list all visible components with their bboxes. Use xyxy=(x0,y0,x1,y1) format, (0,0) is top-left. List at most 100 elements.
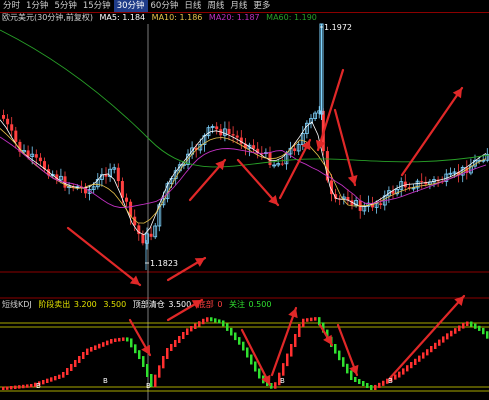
kdj-bar xyxy=(50,377,53,382)
kdj-bar xyxy=(58,374,61,379)
kdj-bars xyxy=(2,317,489,390)
kdj-bar xyxy=(182,332,185,339)
kdj-bar xyxy=(110,339,113,344)
kdj-bar xyxy=(98,343,101,349)
kdj-bar xyxy=(430,346,433,353)
candle-body-down xyxy=(293,148,297,151)
kdj-bar xyxy=(10,386,13,390)
kdj-bar xyxy=(378,382,381,388)
candle-body-down xyxy=(6,118,10,125)
kdj-bar xyxy=(238,337,241,345)
candle-body-down xyxy=(420,181,424,183)
kdj-bar xyxy=(22,384,25,389)
candle-body-down xyxy=(149,233,153,237)
moving-average-lines xyxy=(0,29,489,236)
kdj-bar xyxy=(414,358,417,365)
kdj-bar xyxy=(342,357,345,367)
kdj-bar xyxy=(314,317,317,321)
candle-body-down xyxy=(10,124,14,131)
candle-body-down xyxy=(120,181,124,198)
kdj-bar xyxy=(66,368,69,375)
kdj-bar xyxy=(74,360,77,367)
kdj-bar xyxy=(214,318,217,323)
candle-body-down xyxy=(116,167,120,182)
kdj-bar xyxy=(422,352,425,359)
kdj-bar xyxy=(466,321,469,326)
kdj-bar xyxy=(70,364,73,371)
kdj-bar xyxy=(154,374,157,387)
kdj-bar xyxy=(450,330,453,337)
kdj-bar xyxy=(46,378,49,383)
kdj-bar xyxy=(458,325,461,332)
kdj-bar xyxy=(94,345,97,350)
kdj-bar xyxy=(246,347,249,358)
kdj-bar xyxy=(254,361,257,372)
kdj-bar xyxy=(242,341,245,351)
kdj-bar xyxy=(210,317,213,322)
kdj-bar xyxy=(294,334,297,347)
kdj-bar xyxy=(282,363,285,376)
kdj-bar xyxy=(426,349,429,356)
kdj-bar xyxy=(482,327,485,335)
kdj-bar xyxy=(370,385,373,390)
kdj-bar xyxy=(434,342,437,349)
candle-body-down xyxy=(215,126,219,130)
kdj-bar xyxy=(462,322,465,329)
candle-body-down xyxy=(125,197,128,202)
kdj-bar xyxy=(250,354,253,365)
kdj-bar xyxy=(418,355,421,362)
kdj-bar xyxy=(138,350,141,360)
kdj-bar xyxy=(202,318,205,325)
kdj-bar xyxy=(86,348,89,355)
kdj-bar xyxy=(54,376,57,381)
kdj-bar xyxy=(162,356,165,369)
kdj-bar xyxy=(478,325,481,331)
kdj-bar xyxy=(222,320,225,327)
candle-body-down xyxy=(235,135,239,138)
kdj-bar xyxy=(122,337,125,341)
kdj-bar xyxy=(102,342,105,347)
kdj-bar xyxy=(158,365,161,378)
kdj-bar xyxy=(226,323,229,331)
buy-marker-4: B xyxy=(280,377,285,385)
kdj-bar xyxy=(198,321,201,327)
kdj-bar xyxy=(234,332,237,341)
kdj-bar xyxy=(18,385,21,389)
kdj-bar xyxy=(14,385,17,389)
kdj-bar xyxy=(78,356,81,363)
kdj-bar xyxy=(302,318,305,327)
kdj-bar xyxy=(290,344,293,357)
kdj-bar xyxy=(338,350,341,361)
kdj-bar xyxy=(126,337,129,342)
buy-marker-5: B xyxy=(388,377,393,385)
candle-body-down xyxy=(14,130,18,142)
candle-body-down xyxy=(104,174,108,177)
kdj-bar xyxy=(106,340,109,346)
kdj-bar xyxy=(402,368,405,375)
kdj-bar xyxy=(174,340,177,347)
kdj-bar xyxy=(62,372,65,378)
kdj-bar xyxy=(134,344,137,354)
kdj-bar xyxy=(438,339,441,346)
buy-marker-1: B xyxy=(36,382,41,390)
candle-body-down xyxy=(252,145,256,149)
candle-body-down xyxy=(34,154,38,158)
kdj-bar xyxy=(366,383,369,388)
price-low-label: 1.1823 xyxy=(150,259,178,268)
kdj-bar xyxy=(130,338,133,348)
chart-canvas[interactable]: 1.1972 1.1823 B B B B B xyxy=(0,0,489,400)
kdj-bar xyxy=(42,380,45,385)
kdj-bar xyxy=(410,362,413,369)
kdj-bar xyxy=(30,384,33,388)
candle-body-down xyxy=(141,234,145,244)
kdj-bar xyxy=(394,374,397,380)
candle-body-down xyxy=(231,134,235,136)
kdj-bar xyxy=(142,356,145,367)
kdj-bar xyxy=(274,382,277,389)
buy-marker-3: B xyxy=(146,382,151,390)
kdj-bar xyxy=(310,317,313,322)
ma5-line xyxy=(0,119,487,236)
kdj-bar xyxy=(286,353,289,367)
kdj-bar xyxy=(114,338,117,342)
kdj-bar xyxy=(398,371,401,378)
